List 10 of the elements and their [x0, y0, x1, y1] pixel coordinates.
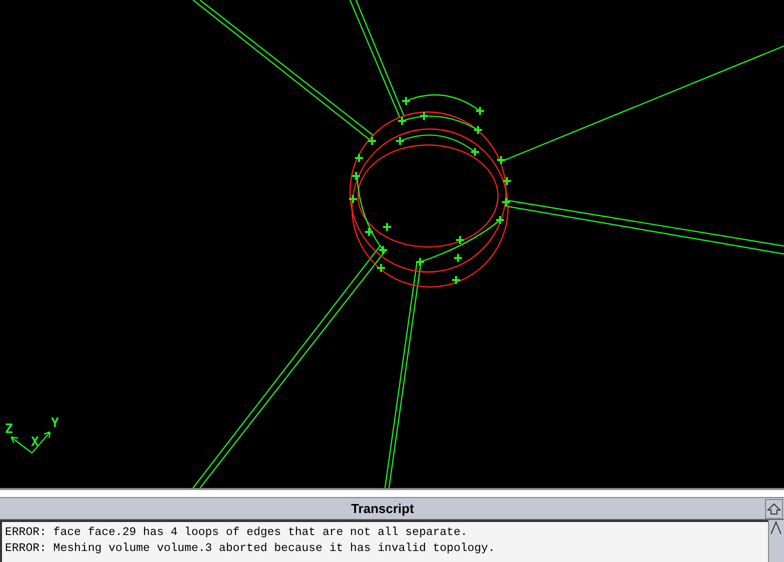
scrollbar[interactable] [768, 520, 784, 562]
log-line: ERROR: face face.29 has 4 loops of edges that are not all separate. [5, 525, 468, 541]
axis-label: X [31, 436, 39, 449]
panel-title: Transcript [350, 500, 415, 518]
axis-label: Z [5, 423, 13, 436]
axis-triad-icon [10, 431, 51, 454]
log-line: ERROR: Meshing volume volume.3 aborted because it has invalid topology. [5, 541, 496, 557]
splitter-bar[interactable] [0, 488, 784, 498]
collapse-button[interactable] [765, 499, 783, 519]
axis-label: Y [51, 417, 59, 430]
